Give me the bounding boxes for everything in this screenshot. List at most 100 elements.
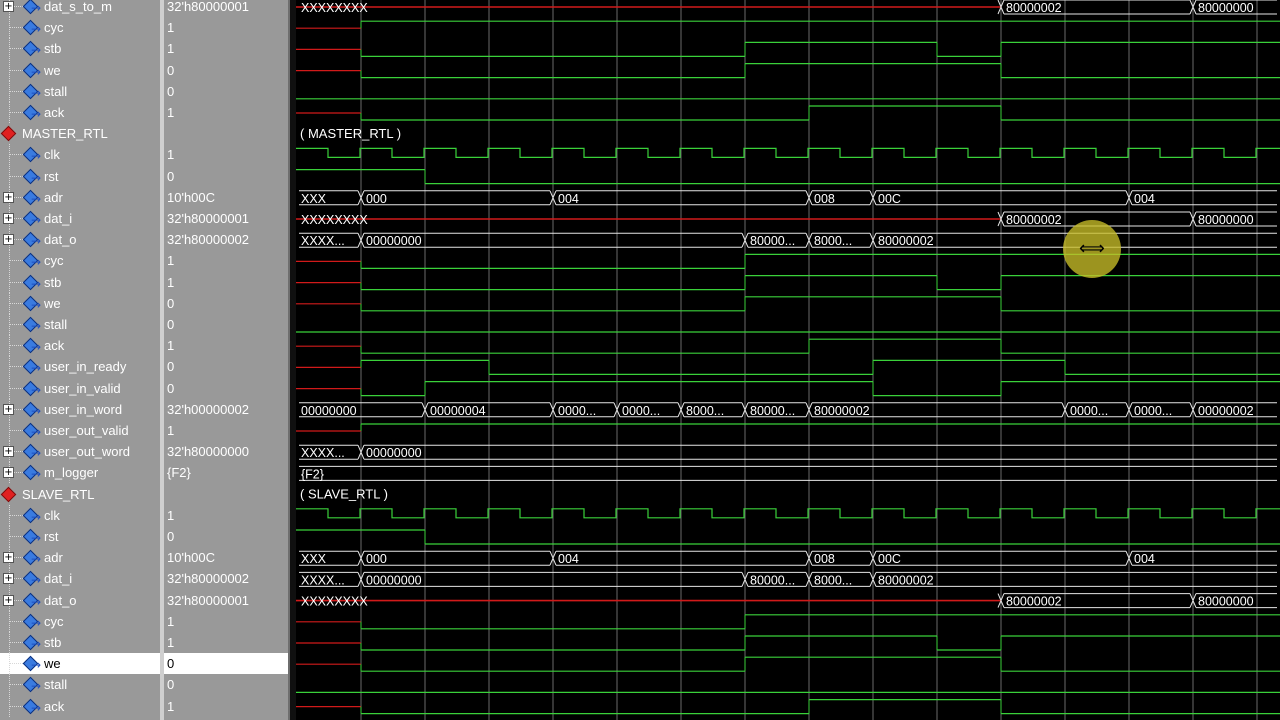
signal-row[interactable]: → user_in_ready 0 [0,356,290,378]
signal-row[interactable]: → ack 1 [0,335,290,357]
signal-row[interactable]: + → dat_o 32'h80000001 [0,589,290,611]
signal-name-cell[interactable]: + → m_logger [0,462,160,484]
signal-label: rst [44,168,59,184]
signal-name-cell[interactable]: → we [0,59,160,81]
signal-name-cell[interactable]: → ack [0,102,160,123]
signal-name-cell[interactable]: + → dat_i [0,568,160,590]
signal-name-cell[interactable]: → stall [0,80,160,102]
waveform-canvas[interactable]: XXXXXXXX 80000002 80000000 XXX 000 004 008 00C 0… [296,0,1280,720]
expand-icon[interactable]: + [3,594,14,606]
signal-row[interactable]: + → dat_s_to_m 32'h80000001 [0,0,290,17]
signal-row[interactable]: → stall 0 [0,80,290,102]
bus-value-label: XXX [301,552,327,566]
signal-name-cell[interactable]: → stall [0,314,160,335]
signal-row[interactable]: → clk 1 [0,504,290,526]
bus-value-label: 000 [366,192,387,206]
signal-row[interactable]: + → dat_i 32'h80000002 [0,568,290,590]
signal-row[interactable]: → we 0 [0,59,290,81]
signal-name-cell[interactable]: → clk [0,144,160,166]
signal-name-cell[interactable]: → stall [0,674,160,696]
signal-row[interactable]: MASTER_RTL [0,123,290,144]
signal-name-cell[interactable]: + → dat_o [0,229,160,251]
signal-row[interactable]: + → user_in_word 32'h00000002 [0,398,290,420]
expand-icon[interactable]: + [3,213,14,224]
signal-value: 1 [167,613,175,629]
expand-icon[interactable]: + [3,403,14,415]
expand-icon[interactable]: + [3,234,14,246]
signal-label: ack [44,105,65,120]
signal-name-cell[interactable]: → stb [0,632,160,653]
signal-row[interactable]: → rst 0 [0,526,290,547]
signal-row[interactable]: → stb 1 [0,38,290,60]
signal-label: stb [44,274,62,290]
expand-icon[interactable]: + [3,1,14,12]
signal-row[interactable]: → user_out_valid 1 [0,420,290,441]
signal-row[interactable]: + → dat_i 32'h80000001 [0,208,290,229]
signal-label: ack [44,698,65,714]
signal-value: 1 [167,253,175,269]
expand-icon[interactable]: + [3,573,14,585]
expand-icon[interactable]: + [3,191,14,203]
bus-value-label: 00000000 [366,446,422,460]
signal-row[interactable]: → ack 1 [0,102,290,123]
signal-name-cell[interactable]: → user_in_valid [0,377,160,399]
clock-wave [296,147,1280,158]
signal-row[interactable]: + → user_out_word 32'h80000000 [0,441,290,463]
signal-name-cell[interactable]: + → adr [0,186,160,208]
signal-name-cell[interactable]: + → user_out_word [0,441,160,463]
signal-row[interactable]: → stall 0 [0,314,290,335]
signal-row[interactable]: + → adr 10'h00C [0,186,290,208]
signal-value: 0 [167,677,175,693]
signal-name-cell[interactable]: → ack [0,695,160,717]
signal-row[interactable]: SLAVE_RTL [0,484,290,505]
signal-name-cell[interactable]: → user_out_valid [0,420,160,441]
signal-name-cell[interactable]: + → dat_s_to_m [0,0,160,17]
signal-row[interactable]: → stall 0 [0,674,290,696]
signal-name-cell[interactable]: SLAVE_RTL [0,484,160,505]
signal-row[interactable]: + → adr 10'h00C [0,547,290,569]
expand-icon[interactable]: + [3,552,14,564]
signal-row[interactable]: → we 0 [0,653,290,675]
signal-row[interactable]: → cyc 1 [0,610,290,632]
direction-arrow-icon: → [31,658,42,673]
signal-name-cell[interactable]: → cyc [0,17,160,39]
signal-name-cell[interactable]: → user_in_ready [0,356,160,378]
resize-horizontal-icon: ⟺ [1079,238,1105,259]
signal-name-cell[interactable]: → clk [0,504,160,526]
signal-row[interactable]: + → dat_o 32'h80000002 [0,229,290,251]
signal-name-cell[interactable]: → we [0,653,160,675]
signal-row[interactable]: → clk 1 [0,144,290,166]
signal-name-cell[interactable]: → rst [0,165,160,187]
signal-row[interactable]: → stb 1 [0,271,290,293]
signal-value: 32'h80000002 [167,571,250,587]
signal-name-cell[interactable]: + → adr [0,547,160,569]
signal-name-cell[interactable]: → we [0,292,160,314]
direction-arrow-icon: → [31,213,42,227]
signal-label: we [44,295,61,311]
signal-name-cell[interactable]: MASTER_RTL [0,123,160,144]
signal-name-cell[interactable]: → cyc [0,610,160,632]
signal-row[interactable]: → cyc 1 [0,17,290,39]
signal-row[interactable]: → ack 1 [0,695,290,717]
signal-name-cell[interactable]: → ack [0,335,160,357]
direction-arrow-icon: → [31,234,42,249]
signal-name-cell[interactable]: → stb [0,38,160,60]
waveform-view[interactable]: XXXXXXXX 80000002 80000000 XXX 000 004 008 00C 0… [296,0,1280,720]
signal-row[interactable]: → rst 0 [0,165,290,187]
signal-name-cell[interactable]: → cyc [0,250,160,272]
signal-value: 10'h00C [167,550,216,566]
signal-name-cell[interactable]: + → dat_o [0,589,160,611]
direction-arrow-icon: → [31,85,42,100]
signal-name-cell[interactable]: + → user_in_word [0,398,160,420]
expand-icon[interactable]: + [3,467,14,479]
signal-name-cell[interactable]: → stb [0,271,160,293]
signal-name-cell[interactable]: → rst [0,526,160,547]
signal-row[interactable]: → stb 1 [0,632,290,653]
signal-row[interactable]: → user_in_valid 0 [0,377,290,399]
signal-name-cell[interactable]: + → dat_i [0,208,160,229]
signal-row[interactable]: → we 0 [0,292,290,314]
signal-row[interactable]: + → m_logger {F2} [0,462,290,484]
expand-icon[interactable]: + [3,446,14,458]
signal-value: {F2} [167,465,191,481]
signal-row[interactable]: → cyc 1 [0,250,290,272]
